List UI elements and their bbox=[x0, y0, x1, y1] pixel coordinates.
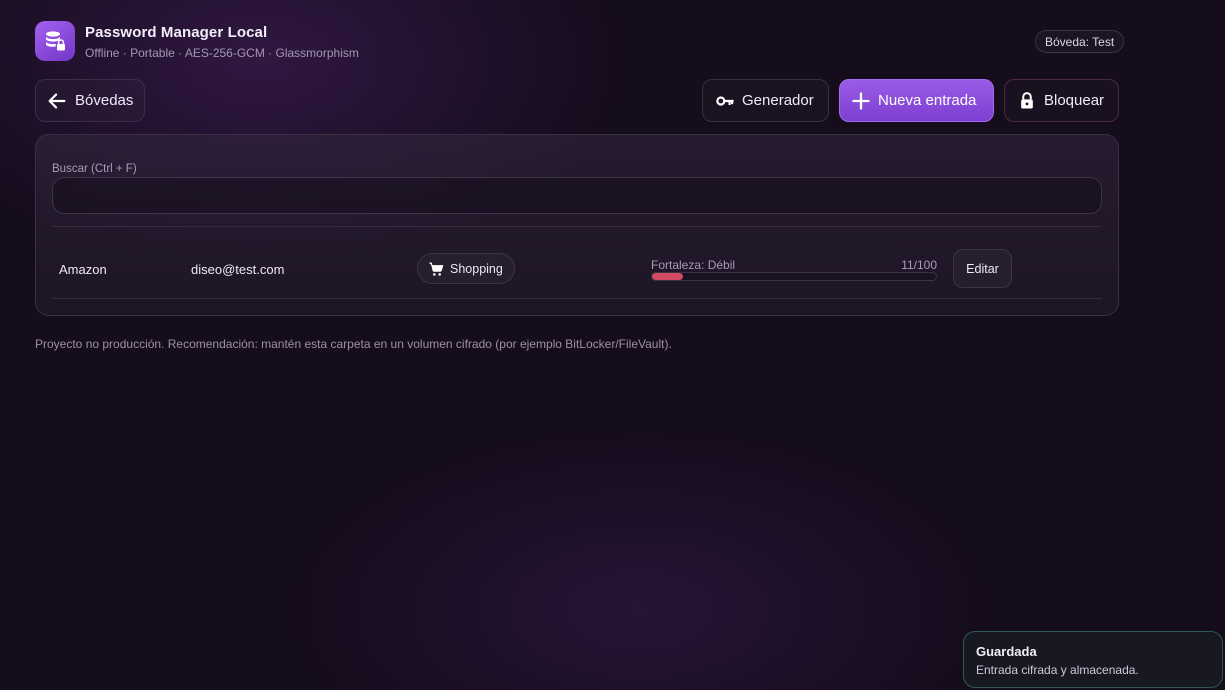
category-label: Shopping bbox=[450, 261, 503, 276]
plus-icon bbox=[852, 91, 870, 110]
cart-icon bbox=[429, 261, 444, 276]
app-title: Password Manager Local bbox=[85, 24, 268, 41]
app-subtitle: Offline · Portable · AES-256-GCM · Glass… bbox=[85, 46, 359, 60]
search-label: Buscar (Ctrl + F) bbox=[52, 163, 137, 175]
category-tag: Shopping bbox=[417, 253, 515, 284]
generator-button-label: Generador bbox=[742, 92, 814, 109]
footnote: Proyecto no producción. Recomendación: m… bbox=[35, 337, 672, 351]
toast-title: Guardada bbox=[976, 644, 1037, 659]
divider bbox=[52, 298, 1102, 299]
toast-message: Entrada cifrada y almacenada. bbox=[976, 663, 1139, 677]
edit-entry-button[interactable]: Editar bbox=[953, 249, 1012, 288]
app-logo bbox=[35, 21, 75, 61]
key-icon bbox=[716, 95, 734, 106]
back-button-label: Bóvedas bbox=[75, 92, 134, 109]
strength-meter bbox=[651, 272, 937, 281]
new-entry-button-label: Nueva entrada bbox=[878, 92, 977, 109]
back-to-vaults-button[interactable]: Bóvedas bbox=[35, 79, 145, 122]
lock-button[interactable]: Bloquear bbox=[1004, 79, 1119, 122]
strength-label: Fortaleza: Débil bbox=[651, 258, 736, 272]
database-lock-icon bbox=[46, 31, 65, 51]
lock-icon bbox=[1021, 91, 1033, 108]
generator-button[interactable]: Generador bbox=[702, 79, 829, 122]
arrow-left-icon bbox=[48, 92, 66, 109]
entry-username: diseo@test.com bbox=[191, 262, 285, 277]
toast-notification: Guardada Entrada cifrada y almacenada. bbox=[963, 631, 1223, 688]
entry-name: Amazon bbox=[59, 262, 107, 277]
lock-button-label: Bloquear bbox=[1044, 92, 1105, 109]
new-entry-button[interactable]: Nueva entrada bbox=[839, 79, 994, 122]
vault-badge: Bóveda: Test bbox=[1035, 30, 1125, 53]
strength-score: 11/100 bbox=[901, 258, 937, 272]
search-input[interactable] bbox=[52, 177, 1102, 214]
strength-meter-fill bbox=[652, 273, 684, 280]
